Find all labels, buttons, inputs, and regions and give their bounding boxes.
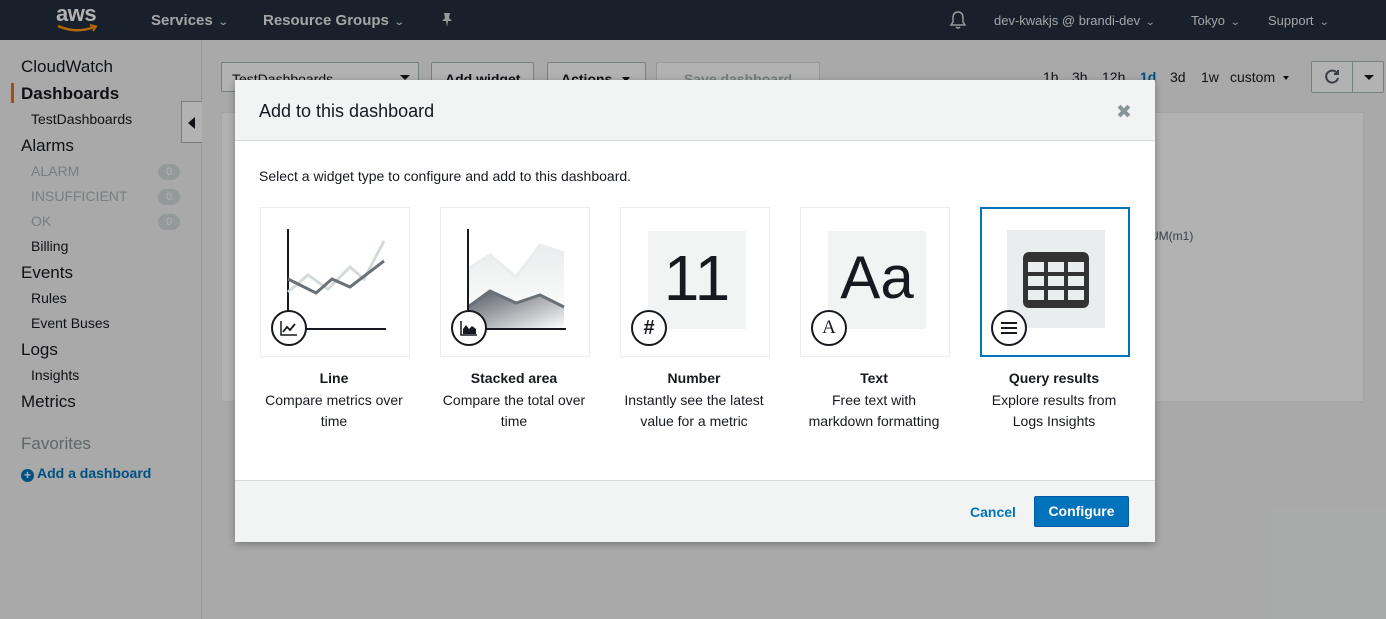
widget-desc-number: Instantly see the latest value for a met… <box>604 390 784 432</box>
widget-desc-query-results-2: Logs Insights <box>1012 413 1096 429</box>
widget-type-query-results[interactable] <box>980 207 1130 357</box>
modal-footer <box>235 480 1155 542</box>
close-icon[interactable]: ✖ <box>1116 101 1132 124</box>
widget-desc-line-2: time <box>320 413 348 429</box>
modal-description: Select a widget type to configure and ad… <box>259 168 632 184</box>
widget-type-line[interactable] <box>260 207 410 357</box>
widget-type-text[interactable]: Aa A <box>800 207 950 357</box>
widget-desc-number-1: Instantly see the latest <box>624 392 764 408</box>
widget-desc-line-1: Compare metrics over <box>265 392 403 408</box>
cancel-button[interactable]: Cancel <box>970 504 1016 520</box>
widget-name-number: Number <box>667 370 721 386</box>
widget-desc-stacked-area: Compare the total over time <box>424 390 604 432</box>
widget-desc-line: Compare metrics over time <box>244 390 424 432</box>
widget-desc-text: Free text with markdown formatting <box>784 390 964 432</box>
widget-name-text: Text <box>860 370 888 386</box>
area-chart-icon <box>451 310 487 346</box>
list-icon <box>991 310 1027 346</box>
widget-desc-text-1: Free text with <box>831 392 917 408</box>
widget-desc-stacked-area-2: time <box>500 413 528 429</box>
number-preview-value: 11 <box>663 242 731 314</box>
modal-title: Add to this dashboard <box>259 101 435 121</box>
widget-type-stacked-area[interactable] <box>440 207 590 357</box>
widget-desc-query-results: Explore results from Logs Insights <box>964 390 1144 432</box>
widget-name-line: Line <box>319 370 349 386</box>
configure-button[interactable]: Configure <box>1034 496 1129 527</box>
widget-type-number[interactable]: 11 # <box>620 207 770 357</box>
text-preview-value: Aa <box>840 244 914 311</box>
widget-name-stacked-area: Stacked area <box>470 370 558 386</box>
widget-name-query-results: Query results <box>1008 370 1100 386</box>
widget-desc-stacked-area-1: Compare the total over <box>442 392 586 408</box>
widget-desc-query-results-1: Explore results from <box>991 392 1117 408</box>
widget-desc-number-2: value for a metric <box>640 413 748 429</box>
add-to-dashboard-modal: Add to this dashboard ✖ Select a widget … <box>235 80 1155 542</box>
text-a-icon: A <box>811 310 847 346</box>
hash-icon: # <box>631 310 667 346</box>
widget-desc-text-2: markdown formatting <box>808 413 940 429</box>
line-chart-icon <box>271 310 307 346</box>
table-icon <box>1023 252 1089 308</box>
